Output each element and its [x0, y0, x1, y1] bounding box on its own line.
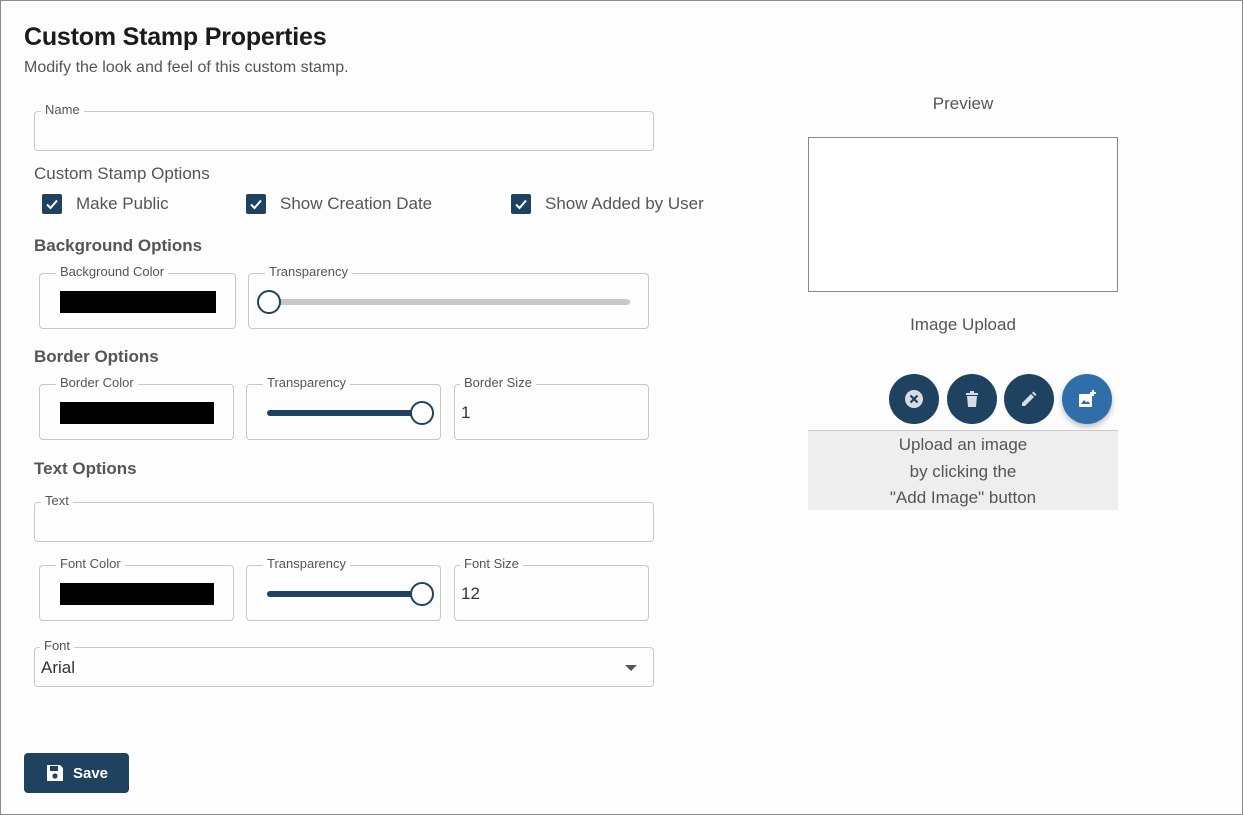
- font-color-picker[interactable]: Font Color: [39, 556, 234, 621]
- add-image-icon: [1079, 390, 1096, 407]
- slider-thumb[interactable]: [410, 582, 434, 606]
- remove-image-button[interactable]: [889, 374, 939, 424]
- slider-track: [267, 410, 422, 416]
- checkmark-icon: [246, 194, 266, 214]
- image-upload-label: Image Upload: [910, 315, 1016, 334]
- text-field[interactable]: Text: [34, 493, 654, 542]
- page-subtitle: Modify the look and feel of this custom …: [24, 59, 349, 76]
- dialog-frame: Custom Stamp Properties Modify the look …: [0, 0, 1243, 815]
- background-transparency-slider[interactable]: Transparency: [248, 264, 649, 329]
- font-color-legend: Font Color: [56, 556, 125, 572]
- border-transparency-legend: Transparency: [263, 375, 350, 391]
- border-color-picker[interactable]: Border Color: [39, 375, 234, 440]
- background-color-swatch: [60, 291, 216, 313]
- background-transparency-legend: Transparency: [265, 264, 352, 280]
- slider-thumb[interactable]: [410, 401, 434, 425]
- text-field-legend: Text: [41, 493, 73, 509]
- slider-thumb[interactable]: [257, 290, 281, 314]
- show-added-by-user-label: Show Added by User: [545, 194, 704, 213]
- font-select-value: Arial: [41, 658, 76, 677]
- border-size-input[interactable]: Border Size 1: [454, 375, 649, 440]
- font-select[interactable]: Font Arial: [34, 638, 654, 687]
- border-size-value: 1: [461, 403, 471, 422]
- preview-box: [808, 137, 1118, 292]
- font-color-swatch: [60, 583, 214, 605]
- border-color-swatch: [60, 402, 214, 424]
- upload-hint-line: "Add Image" button: [889, 488, 1037, 507]
- show-creation-date-label: Show Creation Date: [280, 194, 433, 213]
- font-select-legend: Font: [40, 638, 75, 654]
- slider-track: [267, 591, 422, 597]
- show-creation-date-checkbox[interactable]: Show Creation Date: [246, 194, 432, 214]
- cancel-circle-icon: [905, 390, 923, 408]
- show-added-by-user-checkbox[interactable]: Show Added by User: [511, 194, 704, 214]
- page-title: Custom Stamp Properties: [24, 23, 327, 51]
- save-button[interactable]: Save: [24, 753, 129, 793]
- edit-image-button[interactable]: [1004, 374, 1054, 424]
- border-transparency-slider[interactable]: Transparency: [246, 375, 441, 440]
- name-field[interactable]: Name: [34, 102, 654, 151]
- slider-track: [269, 299, 630, 305]
- background-options-heading: Background Options: [34, 236, 203, 255]
- upload-hint-line: by clicking the: [909, 461, 1017, 481]
- font-transparency-legend: Transparency: [263, 556, 350, 572]
- dropdown-arrow-icon: [625, 665, 637, 671]
- font-size-input[interactable]: Font Size 12: [454, 556, 649, 621]
- border-color-legend: Border Color: [56, 375, 138, 391]
- make-public-checkbox[interactable]: Make Public: [42, 194, 169, 214]
- trash-icon: [966, 391, 978, 407]
- checkmark-icon: [511, 194, 531, 214]
- pencil-icon: [1022, 391, 1037, 406]
- background-color-picker[interactable]: Background Color: [39, 264, 236, 329]
- font-transparency-slider[interactable]: Transparency: [246, 556, 441, 621]
- border-options-heading: Border Options: [34, 347, 159, 366]
- make-public-label: Make Public: [76, 194, 169, 213]
- upload-hint-line: Upload an image: [898, 435, 1028, 454]
- add-image-button[interactable]: [1062, 374, 1112, 424]
- floppy-disk-icon: [46, 765, 63, 781]
- background-color-legend: Background Color: [56, 264, 169, 280]
- checkmark-icon: [42, 194, 62, 214]
- name-field-legend: Name: [41, 102, 84, 118]
- font-size-value: 12: [461, 584, 480, 603]
- border-size-legend: Border Size: [460, 375, 536, 391]
- preview-label: Preview: [932, 94, 994, 113]
- text-options-heading: Text Options: [34, 459, 137, 478]
- stamp-options-label: Custom Stamp Options: [34, 164, 210, 183]
- delete-image-button[interactable]: [947, 374, 997, 424]
- font-size-legend: Font Size: [460, 556, 523, 572]
- image-upload-dropzone: Upload an image by clicking the "Add Ima…: [808, 430, 1118, 510]
- save-button-label: Save: [72, 764, 109, 782]
